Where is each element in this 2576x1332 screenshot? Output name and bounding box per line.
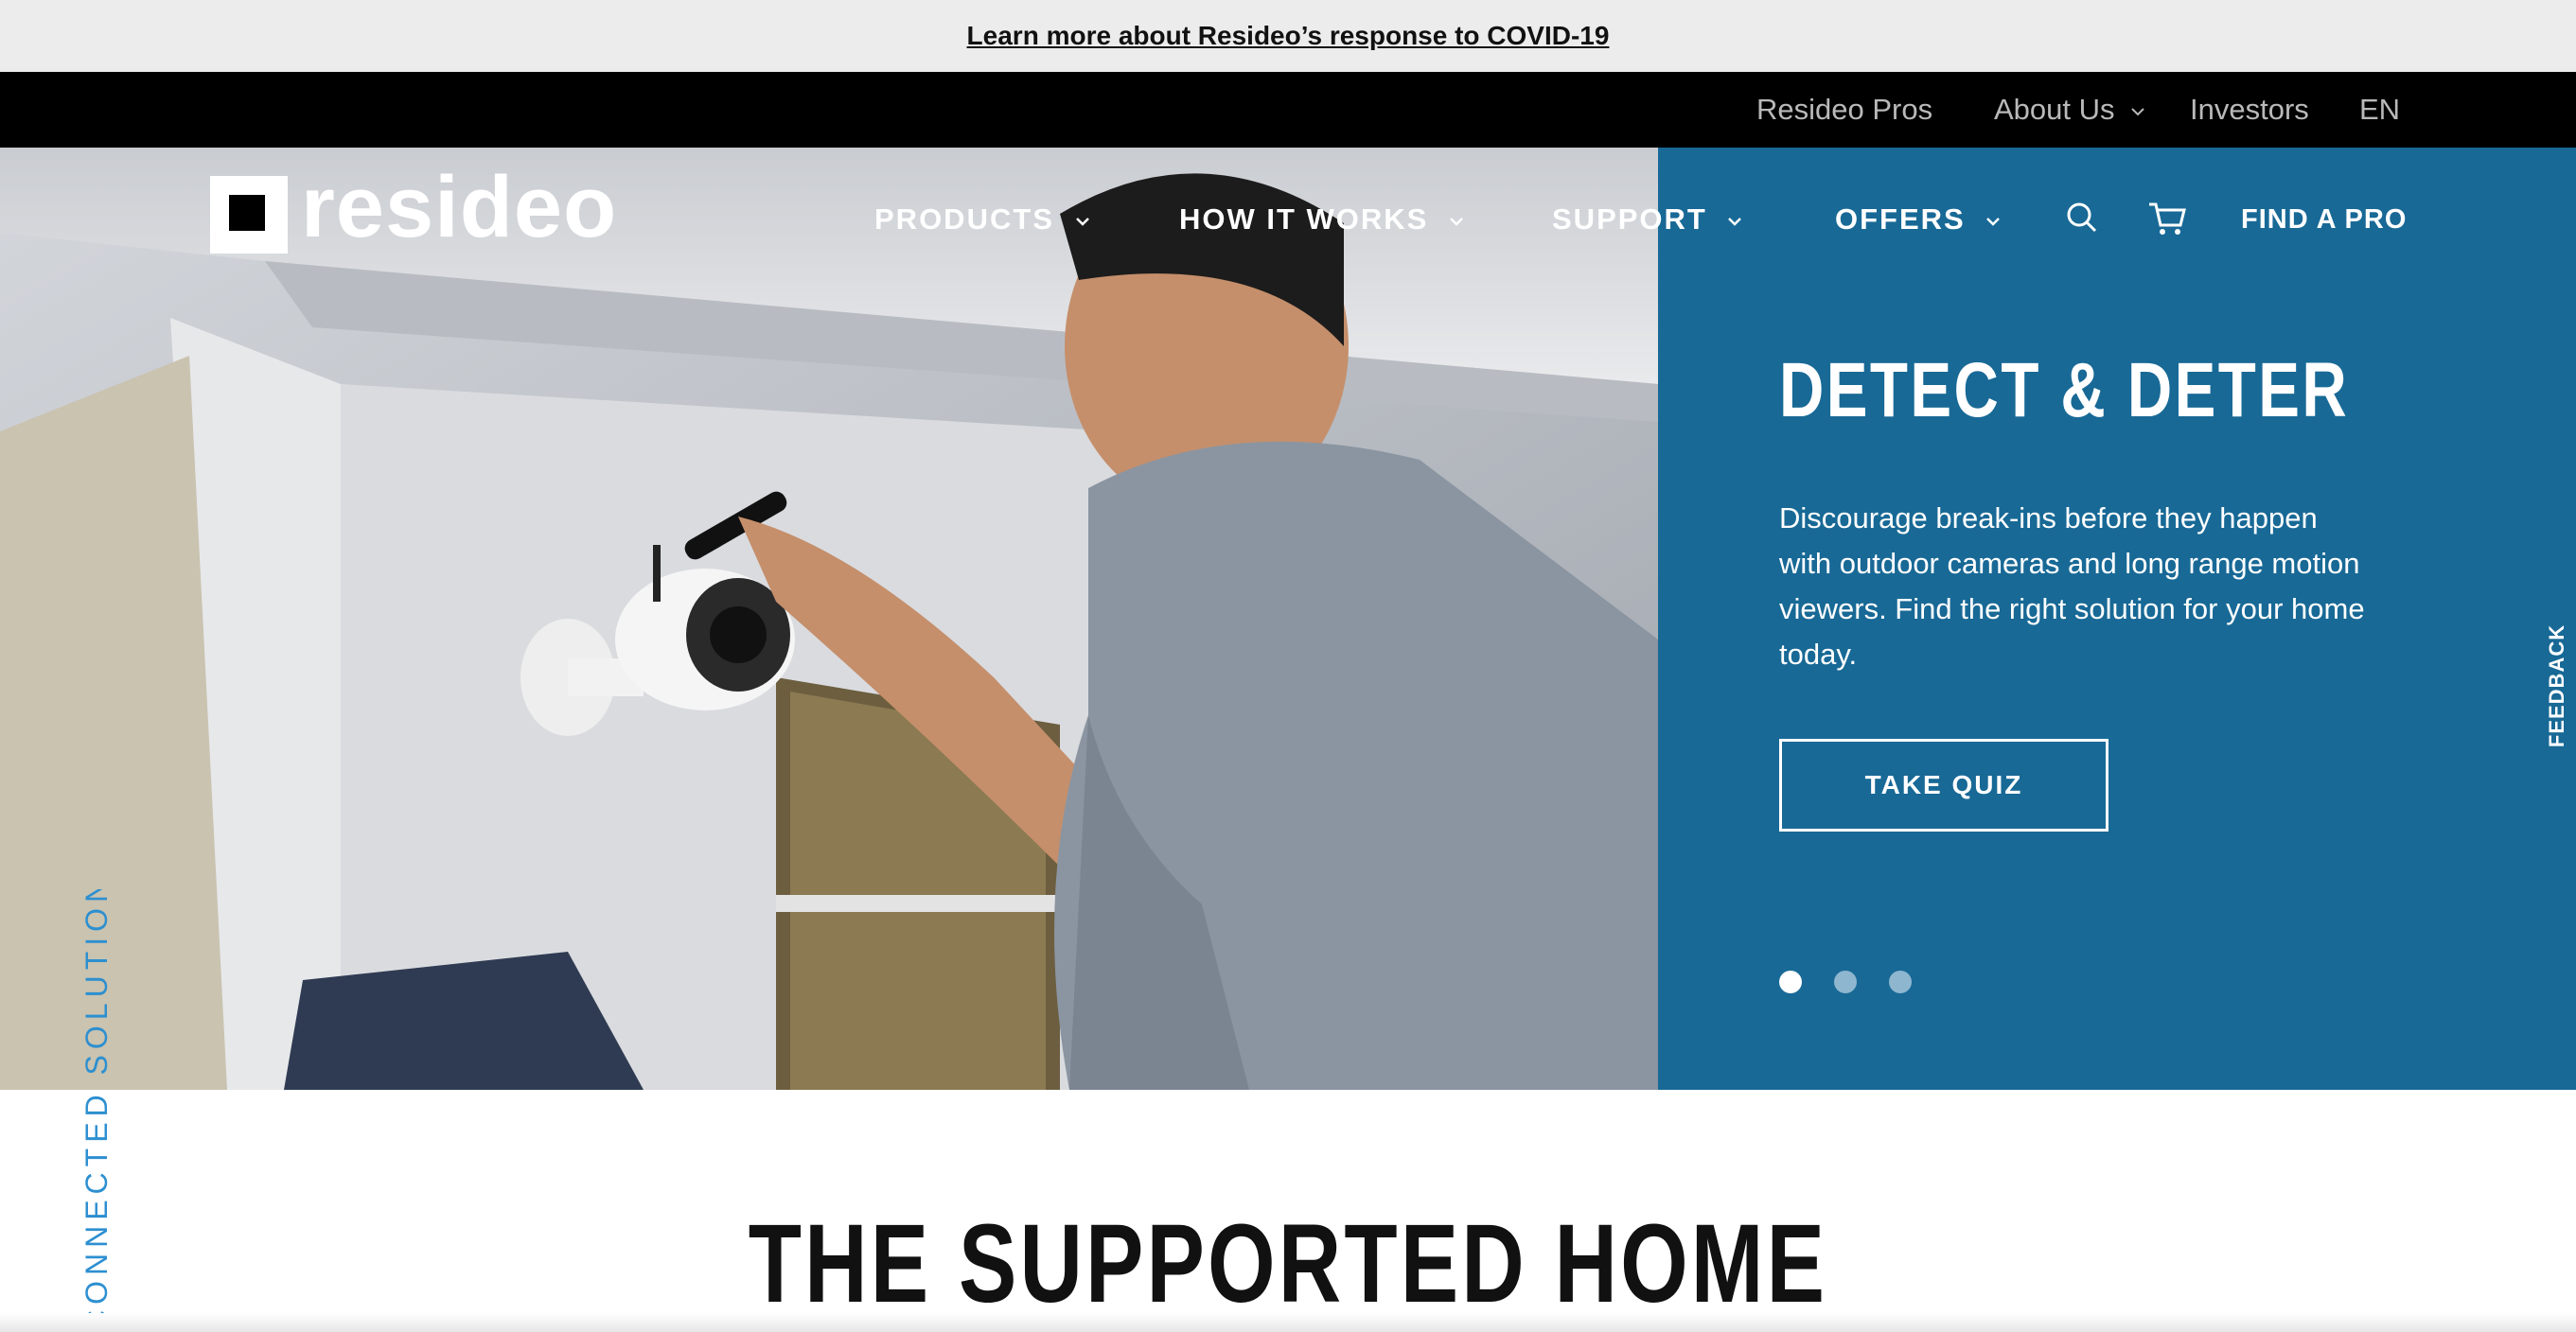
section-divider xyxy=(0,1313,2576,1332)
chevron-down-icon xyxy=(1728,217,1742,226)
take-quiz-button[interactable]: TAKE QUIZ xyxy=(1779,739,2108,832)
hero-description: Discourage break-ins before they happen … xyxy=(1779,501,2365,671)
nav-support[interactable]: SUPPORT xyxy=(1552,201,1743,238)
utility-link-label: About Us xyxy=(1994,93,2115,126)
hero-image xyxy=(0,148,1658,1090)
nav-offers[interactable]: OFFERS xyxy=(1835,201,2002,238)
section-title: THE SUPPORTED HOME xyxy=(0,1200,2576,1328)
logo-mark xyxy=(210,176,288,254)
nav-label: PRODUCTS xyxy=(874,202,1054,236)
nav-label: SUPPORT xyxy=(1552,202,1707,236)
nav-products[interactable]: PRODUCTS xyxy=(874,201,1091,238)
language-selector[interactable]: EN xyxy=(2359,72,2400,148)
nav-label: HOW IT WORKS xyxy=(1179,202,1429,236)
resideo-logo[interactable]: resideo xyxy=(210,164,617,254)
carousel-dot-3[interactable] xyxy=(1889,971,1912,993)
logo-text: resideo xyxy=(301,159,618,255)
utility-link-investors[interactable]: Investors xyxy=(2190,72,2309,148)
chevron-down-icon xyxy=(1450,217,1463,226)
utility-link-resideo-pros[interactable]: Resideo Pros xyxy=(1756,72,1932,148)
carousel-dot-2[interactable] xyxy=(1834,971,1857,993)
nav-how-it-works[interactable]: HOW IT WORKS xyxy=(1179,201,1465,238)
covid-response-link[interactable]: Learn more about Resideo’s response to C… xyxy=(967,21,1610,51)
utility-nav: Resideo Pros About Us Investors EN xyxy=(0,72,2576,148)
feedback-tab[interactable]: FEEDBACK xyxy=(2538,602,2576,770)
carousel-dot-1[interactable] xyxy=(1779,971,1802,993)
hero-title: DETECT & DETER xyxy=(1779,347,2350,433)
hero-carousel: resideo PRODUCTS HOW IT WORKS SUPPORT OF… xyxy=(0,148,2576,1090)
chevron-down-icon xyxy=(1075,217,1089,226)
feedback-label: FEEDBACK xyxy=(2545,623,2568,748)
announcement-bar: Learn more about Resideo’s response to C… xyxy=(0,0,2576,72)
hero-photo-illustration xyxy=(0,148,1658,1090)
cart-icon[interactable] xyxy=(2146,199,2188,237)
chevron-down-icon xyxy=(1986,217,2001,226)
nav-label: OFFERS xyxy=(1835,202,1966,236)
search-icon[interactable] xyxy=(2063,199,2101,237)
chevron-down-icon xyxy=(2131,108,2144,116)
section-title-text: THE SUPPORTED HOME xyxy=(748,1201,1828,1326)
utility-link-about-us[interactable]: About Us xyxy=(1994,72,2145,148)
find-a-pro-link[interactable]: FIND A PRO xyxy=(2241,201,2407,238)
